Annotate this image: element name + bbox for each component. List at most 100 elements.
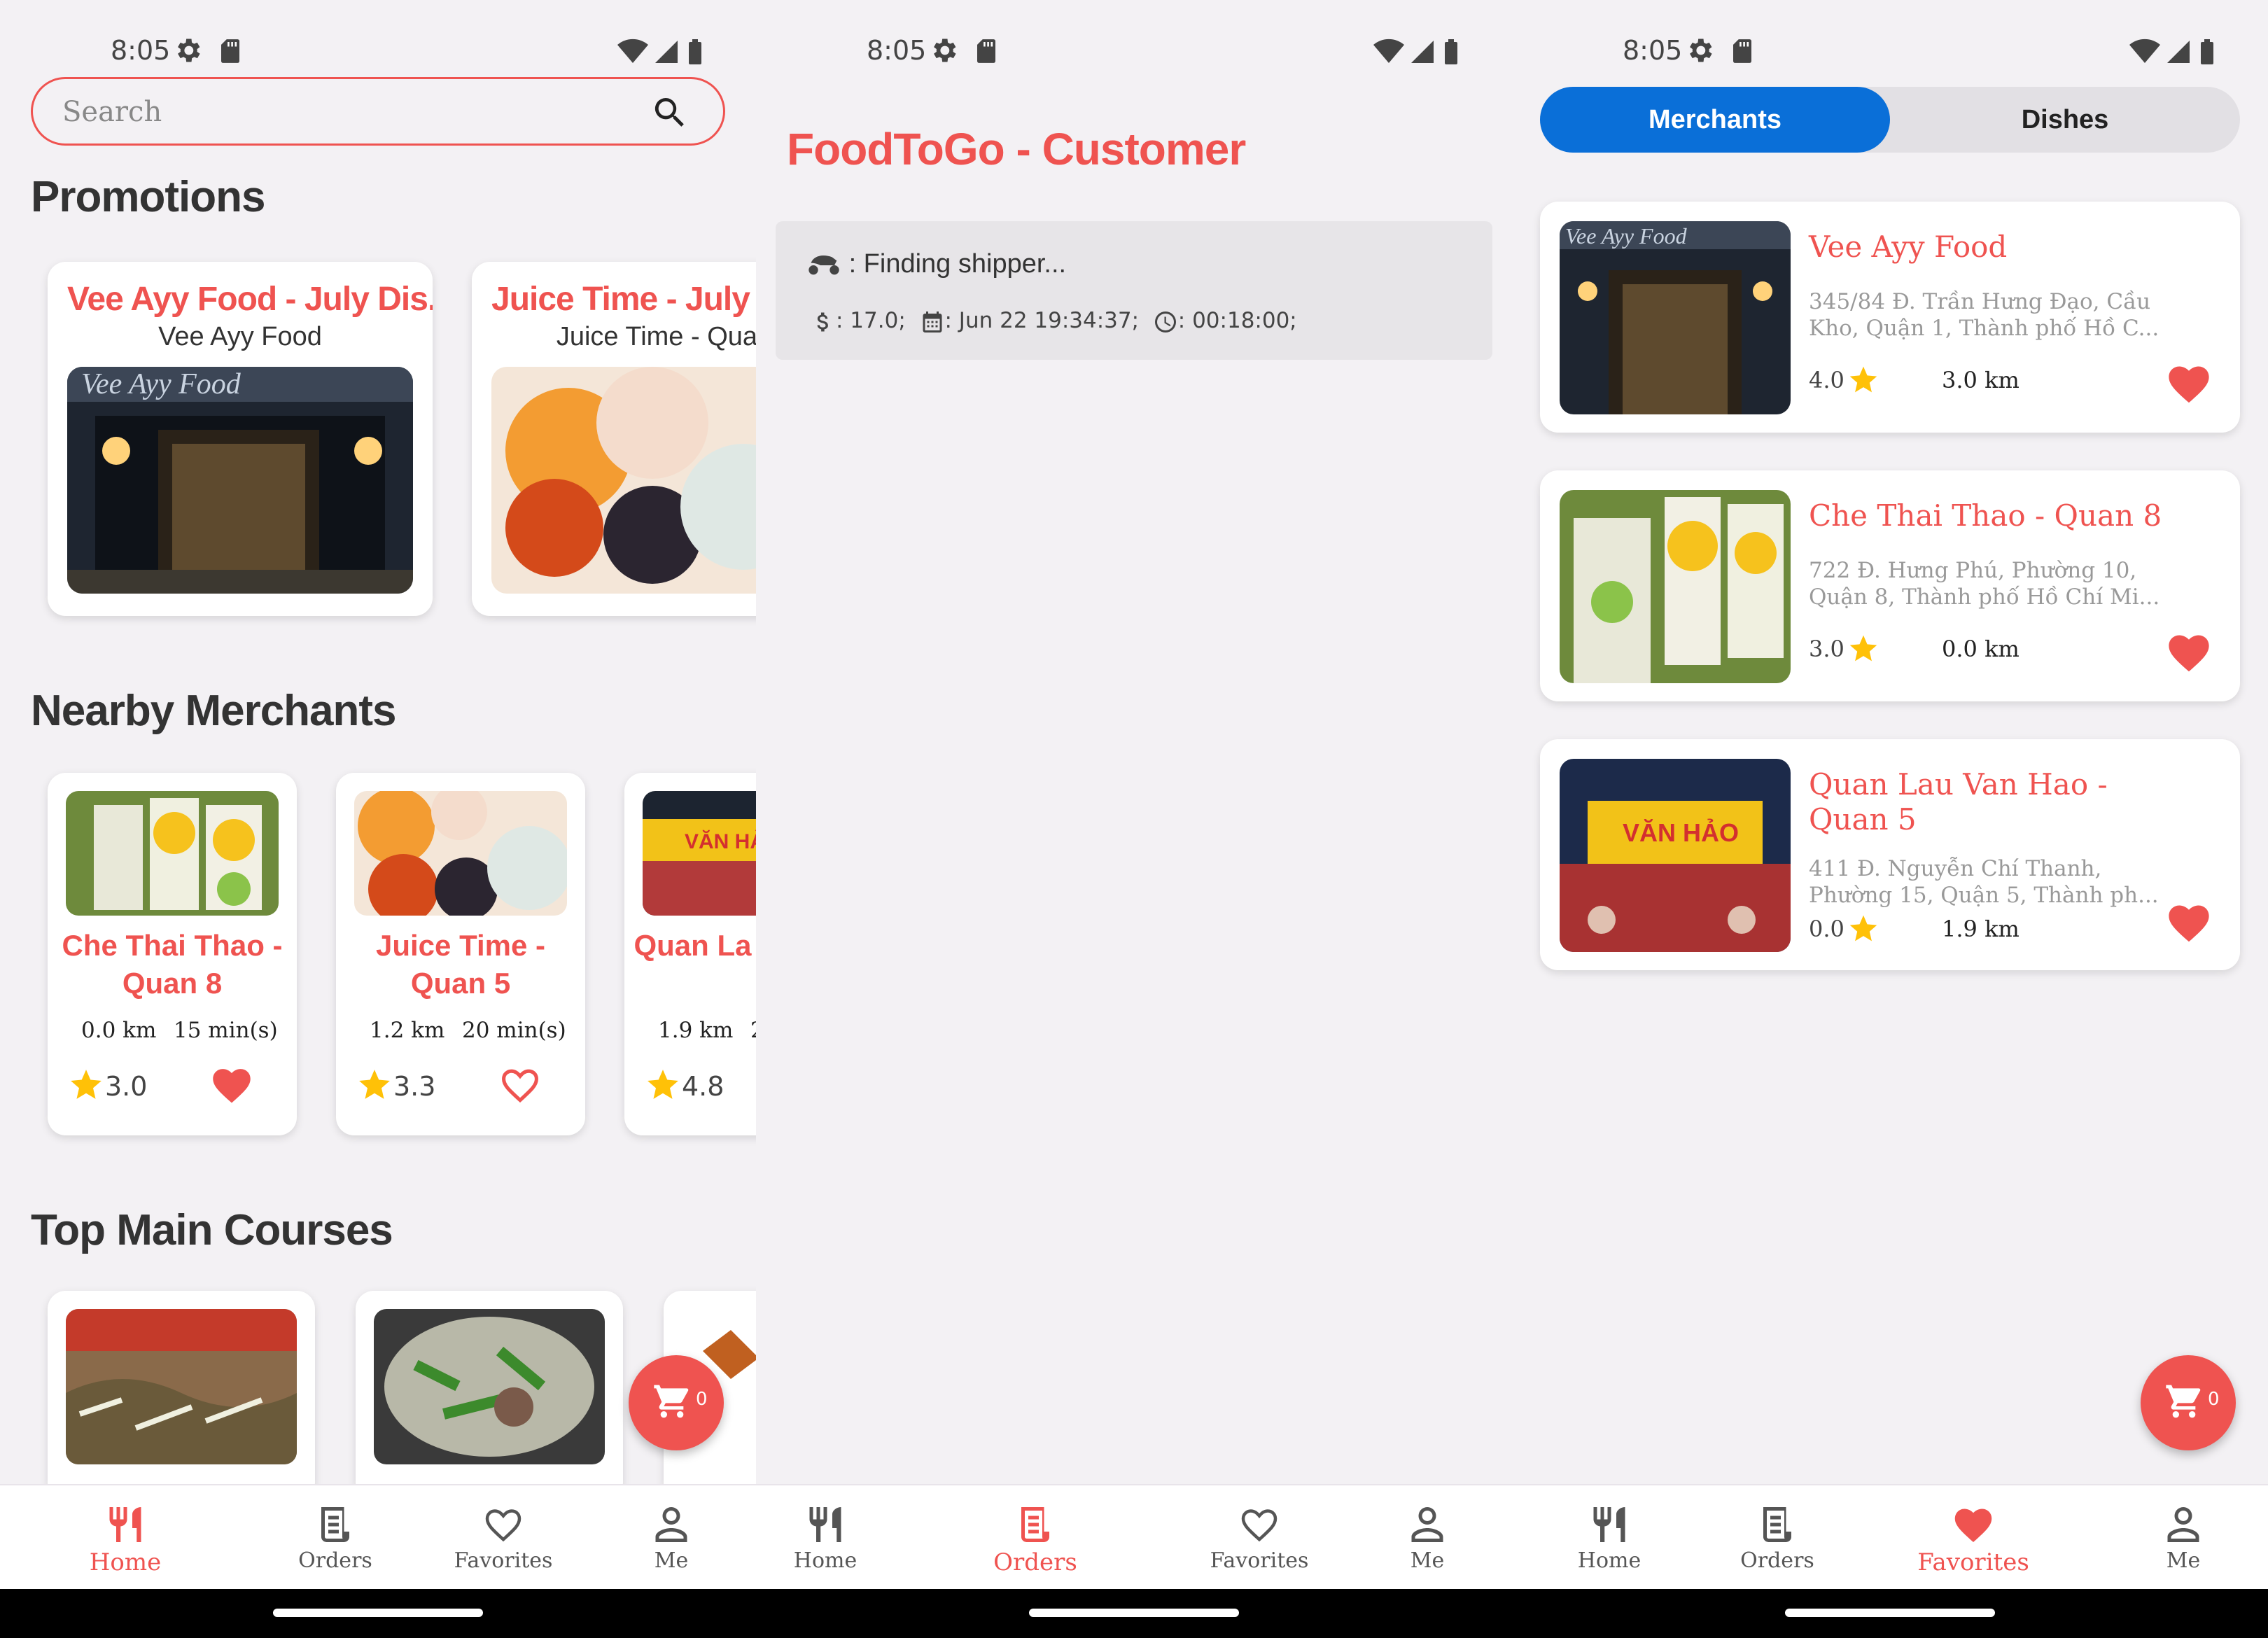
- search-icon[interactable]: [650, 93, 690, 132]
- cart-count: 0: [2208, 1389, 2220, 1410]
- merchant-distance: 1.9 km: [658, 1018, 734, 1043]
- star-icon: [1848, 633, 1879, 664]
- merchant-distance: 1.9 km: [1942, 916, 2019, 942]
- gesture-bar: [756, 1589, 1512, 1638]
- fork-knife-icon: [104, 1504, 146, 1546]
- nav-orders-label: Orders: [993, 1548, 1077, 1576]
- order-item[interactable]: : Finding shipper... : 17.0; : Jun 22 19…: [776, 221, 1492, 360]
- promotion-card[interactable]: Vee Ayy Food - July Dis... Vee Ayy Food …: [48, 262, 433, 616]
- nav-orders[interactable]: Orders: [969, 1504, 1102, 1576]
- person-icon: [650, 1504, 692, 1546]
- home-screen: 8:05 Search Promotions Vee Ayy Food - Ju…: [0, 0, 756, 1638]
- merchant-rating: 4.0: [1809, 367, 1844, 393]
- tab-merchants[interactable]: Merchants: [1540, 87, 1890, 153]
- merchant-name: Quan Lau Van Hao - Quan 5: [1809, 767, 2108, 836]
- nav-me[interactable]: Me: [605, 1504, 738, 1573]
- svg-text:Vee Ayy Food: Vee Ayy Food: [81, 368, 241, 400]
- merchant-image: [66, 791, 279, 916]
- status-time: 8:05: [111, 35, 171, 66]
- nav-me[interactable]: Me: [1361, 1504, 1494, 1573]
- nav-home-label: Home: [89, 1548, 162, 1576]
- cart-button[interactable]: 0: [629, 1355, 724, 1450]
- merchant-rating: 3.0: [1809, 636, 1844, 662]
- status-bar: 8:05: [0, 31, 756, 73]
- nav-me-label: Me: [654, 1548, 689, 1573]
- merchant-delivery-time: 15 min(s): [174, 1018, 278, 1043]
- merchant-name: Juice Time - Quan 5: [376, 929, 545, 1000]
- home-indicator[interactable]: [273, 1609, 483, 1617]
- search-input[interactable]: Search: [31, 77, 725, 146]
- promotion-card[interactable]: Juice Time - July D Juice Time - Quan: [472, 262, 756, 616]
- dish-card[interactable]: [356, 1291, 623, 1501]
- merchant-image: Vee Ayy Food: [1560, 221, 1791, 414]
- heart-outline-icon: [1241, 1509, 1278, 1542]
- order-status-line: : Finding shipper...: [806, 249, 1066, 279]
- order-duration: : 00:18:00;: [1177, 308, 1297, 333]
- merchant-distance: 0.0 km: [1942, 636, 2019, 662]
- merchant-address: 722 Đ. Hưng Phú, Phường 10, Quận 8, Thàn…: [1809, 558, 2160, 610]
- promotion-merchant: Vee Ayy Food: [158, 322, 322, 351]
- bottom-navigation: Home Orders Favorites Me: [0, 1484, 756, 1589]
- promotion-title: Vee Ayy Food - July Dis...: [67, 281, 433, 318]
- wifi-signal-battery-icon: [616, 36, 707, 67]
- merchant-name: Vee Ayy Food: [1809, 230, 2008, 264]
- nav-orders[interactable]: Orders: [1711, 1504, 1844, 1573]
- nav-orders[interactable]: Orders: [269, 1504, 402, 1573]
- sd-card-icon: [1733, 39, 1751, 63]
- star-icon: [357, 1067, 392, 1102]
- favorite-merchant-card[interactable]: VĂN HẢO Quan Lau Van Hao - Quan 5 411 Đ.…: [1540, 739, 2240, 970]
- status-time: 8:05: [867, 35, 927, 66]
- order-details-line: : 17.0; : Jun 22 19:34:37; : 00:18:00;: [811, 308, 1297, 335]
- merchant-card[interactable]: Juice Time - Quan 5 1.2 km 20 min(s) 3.3: [336, 773, 585, 1135]
- favorite-merchant-card[interactable]: Che Thai Thao - Quan 8 722 Đ. Hưng Phú, …: [1540, 470, 2240, 701]
- search-placeholder: Search: [62, 96, 162, 128]
- merchant-name: Che Thai Thao - Quan 8: [62, 929, 283, 1000]
- favorite-merchant-card[interactable]: Vee Ayy Food Vee Ayy Food 345/84 Đ. Trần…: [1540, 202, 2240, 433]
- promotion-title: Juice Time - July D: [491, 281, 756, 318]
- merchant-distance: 3.0 km: [1942, 367, 2019, 393]
- nav-home[interactable]: Home: [759, 1504, 892, 1573]
- merchant-name: Che Thai Thao - Quan 8: [1809, 498, 2162, 533]
- merchant-delivery-time: 2: [750, 1018, 756, 1043]
- favorite-heart-icon[interactable]: [2166, 902, 2212, 944]
- fork-knife-icon: [804, 1504, 846, 1546]
- promotion-image: Vee Ayy Food: [67, 367, 413, 594]
- nav-home[interactable]: Home: [1543, 1504, 1676, 1573]
- order-status: : Finding shipper...: [848, 249, 1067, 279]
- merchant-rating: 3.0: [105, 1071, 148, 1102]
- merchant-image: VĂN HẢO: [643, 791, 756, 916]
- merchant-name: Quan La Hao - Q: [634, 929, 756, 962]
- svg-text:VĂN HẢO: VĂN HẢO: [685, 830, 756, 853]
- status-bar: 8:05: [756, 31, 1512, 73]
- favorite-heart-icon[interactable]: [210, 1065, 253, 1105]
- merchant-delivery-time: 20 min(s): [462, 1018, 566, 1043]
- order-date: : Jun 22 19:34:37;: [944, 308, 1140, 333]
- merchant-card[interactable]: Che Thai Thao - Quan 8 0.0 km 15 min(s) …: [48, 773, 297, 1135]
- merchant-card[interactable]: VĂN HẢO Quan La Hao - Q 1.9 km 2 4.8: [624, 773, 756, 1135]
- heart-outline-icon: [485, 1509, 522, 1542]
- nav-favorites[interactable]: Favorites: [1907, 1504, 2040, 1576]
- nearby-merchants-heading: Nearby Merchants: [31, 687, 397, 735]
- nav-favorites[interactable]: Favorites: [1193, 1504, 1326, 1573]
- cart-icon: [2164, 1382, 2204, 1421]
- receipt-icon: [1756, 1504, 1798, 1546]
- merchant-rating: 4.8: [682, 1071, 724, 1102]
- calendar-icon: [920, 309, 945, 335]
- favorite-heart-outline-icon[interactable]: [498, 1065, 542, 1105]
- status-bar: 8:05: [1512, 31, 2268, 73]
- nav-home[interactable]: Home: [59, 1504, 192, 1576]
- cart-button[interactable]: 0: [2141, 1355, 2236, 1450]
- favorite-heart-icon[interactable]: [2166, 363, 2212, 405]
- home-indicator[interactable]: [1785, 1609, 1995, 1617]
- nav-me[interactable]: Me: [2117, 1504, 2250, 1573]
- favorite-heart-icon[interactable]: [2166, 631, 2212, 673]
- tab-dishes[interactable]: Dishes: [1890, 87, 2240, 153]
- nav-favorites-label: Favorites: [454, 1548, 553, 1573]
- merchant-image: [1560, 490, 1791, 683]
- settings-gear-icon: [172, 35, 203, 66]
- order-price: : 17.0;: [836, 308, 906, 333]
- home-indicator[interactable]: [1029, 1609, 1239, 1617]
- nav-favorites[interactable]: Favorites: [437, 1504, 570, 1573]
- merchant-image: [354, 791, 567, 916]
- dish-card[interactable]: [48, 1291, 315, 1501]
